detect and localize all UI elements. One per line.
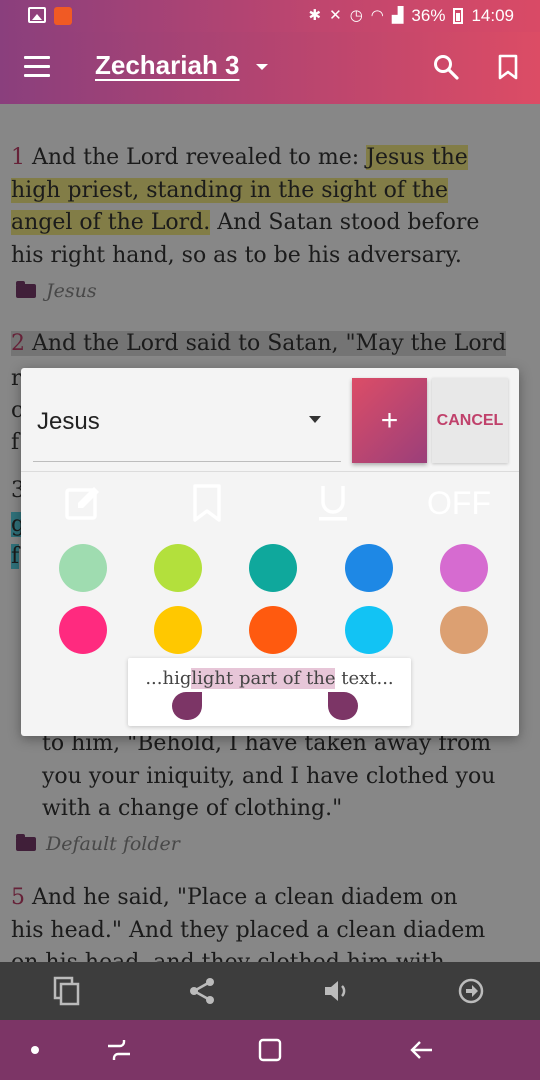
divider (21, 471, 519, 472)
color-swatch[interactable] (154, 606, 202, 654)
color-swatch[interactable] (440, 544, 488, 592)
system-nav-bar (0, 1020, 540, 1080)
bottom-toolbar (0, 962, 540, 1020)
speaker-icon[interactable] (321, 976, 351, 1006)
search-icon[interactable] (433, 54, 459, 80)
highlight-off-button[interactable]: OFF (419, 483, 499, 523)
cancel-button[interactable]: CANCEL (432, 378, 508, 463)
highlight-popup: Jesus + CANCEL OFF ...higlight part of t… (21, 368, 519, 736)
preview-highlight: light part of the (191, 668, 336, 689)
clock: 14:09 (471, 6, 514, 25)
underline-icon (319, 486, 347, 521)
status-bar: ✱ ✕ ◷ ◠ ▟ 36% 14:09 (0, 0, 540, 32)
alarm-icon: ◷ (349, 7, 363, 24)
color-swatch[interactable] (345, 544, 393, 592)
off-label: OFF (427, 484, 491, 521)
selection-handle-end[interactable] (328, 692, 358, 720)
bookmark-icon[interactable] (497, 54, 519, 80)
selection-handle-start[interactable] (172, 692, 202, 720)
color-swatch[interactable] (154, 544, 202, 592)
selected-folder: Jesus (37, 408, 100, 435)
bookmark-button[interactable] (187, 483, 227, 523)
bluetooth-icon: ✱ (308, 7, 322, 24)
underline-button[interactable] (313, 483, 353, 523)
nav-indicator-dot (31, 1046, 39, 1054)
color-swatch[interactable] (345, 606, 393, 654)
color-swatch[interactable] (249, 544, 297, 592)
dropdown-arrow-icon[interactable] (309, 416, 321, 423)
folder-select[interactable]: Jesus (33, 380, 341, 462)
add-folder-button[interactable]: + (352, 378, 427, 463)
mute-icon: ✕ (329, 7, 342, 24)
color-swatch[interactable] (249, 606, 297, 654)
share-icon[interactable] (187, 976, 217, 1006)
edit-note-button[interactable] (63, 483, 103, 523)
compare-icon[interactable] (456, 976, 486, 1006)
app-bar: Zechariah 3 (0, 32, 540, 104)
chapter-title[interactable]: Zechariah 3 (95, 50, 240, 81)
home-icon[interactable] (255, 1036, 285, 1064)
bookmark-icon (193, 484, 221, 522)
back-icon[interactable] (406, 1036, 436, 1064)
gallery-notification-icon (28, 7, 46, 23)
app-notification-icon (54, 7, 72, 25)
edit-icon (65, 487, 99, 520)
menu-icon[interactable] (24, 56, 50, 78)
battery-icon (453, 8, 464, 24)
signal-icon: ▟ (391, 7, 404, 24)
recents-icon[interactable] (104, 1036, 134, 1064)
color-swatch[interactable] (59, 606, 107, 654)
color-swatch[interactable] (440, 606, 488, 654)
highlight-preview: ...higlight part of the text... (128, 658, 411, 726)
copy-icon[interactable] (52, 976, 82, 1006)
chevron-down-icon[interactable] (256, 64, 268, 70)
color-swatch[interactable] (59, 544, 107, 592)
wifi-icon: ◠ (370, 7, 384, 24)
battery-percent: 36% (411, 6, 446, 25)
